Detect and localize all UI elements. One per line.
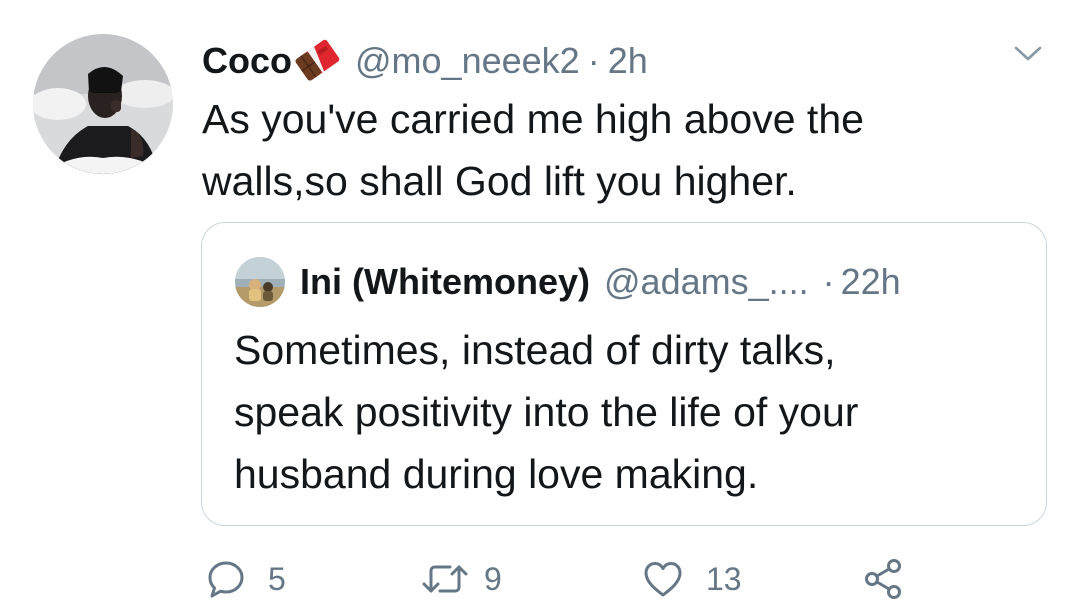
tweet-action-bar: 5 9 13: [0, 556, 1080, 606]
author-avatar[interactable]: [33, 34, 173, 174]
retweet-button[interactable]: 9: [420, 556, 502, 602]
author-display-name[interactable]: Coco: [202, 40, 292, 82]
quoted-tweet-text: Sometimes, instead of dirty talks, speak…: [234, 327, 859, 497]
like-count: 13: [706, 560, 742, 597]
reply-icon: [204, 557, 248, 601]
retweet-count: 9: [484, 560, 502, 597]
quoted-separator-dot: ·: [822, 261, 835, 302]
tweet-text: As you've carried me high above the wall…: [202, 96, 864, 204]
retweet-icon: [420, 557, 470, 601]
share-button[interactable]: [860, 556, 906, 602]
tweet-header: Coco @mo_neeek2 · 2h: [202, 36, 648, 86]
tweet-timestamp[interactable]: 2h: [608, 40, 648, 82]
chevron-down-icon[interactable]: [1008, 38, 1048, 68]
author-handle[interactable]: @mo_neeek2: [355, 40, 580, 82]
separator-dot: ·: [587, 40, 600, 81]
quoted-tweet-header: Ini (Whitemoney) @adams_.... · 22h: [300, 257, 901, 307]
quoted-tweet-timestamp[interactable]: 22h: [841, 261, 901, 303]
quoted-author-handle[interactable]: @adams_....: [604, 261, 809, 303]
quoted-author-avatar[interactable]: [235, 257, 285, 307]
chocolate-bar-emoji-icon: [293, 39, 343, 83]
share-icon: [860, 557, 906, 601]
reply-button[interactable]: 5: [204, 556, 286, 602]
reply-count: 5: [268, 560, 286, 597]
heart-icon: [640, 557, 686, 601]
quoted-tweet-card[interactable]: Ini (Whitemoney) @adams_.... · 22h Somet…: [201, 222, 1047, 526]
quoted-author-display-name[interactable]: Ini (Whitemoney): [300, 261, 590, 303]
like-button[interactable]: 13: [640, 556, 742, 602]
